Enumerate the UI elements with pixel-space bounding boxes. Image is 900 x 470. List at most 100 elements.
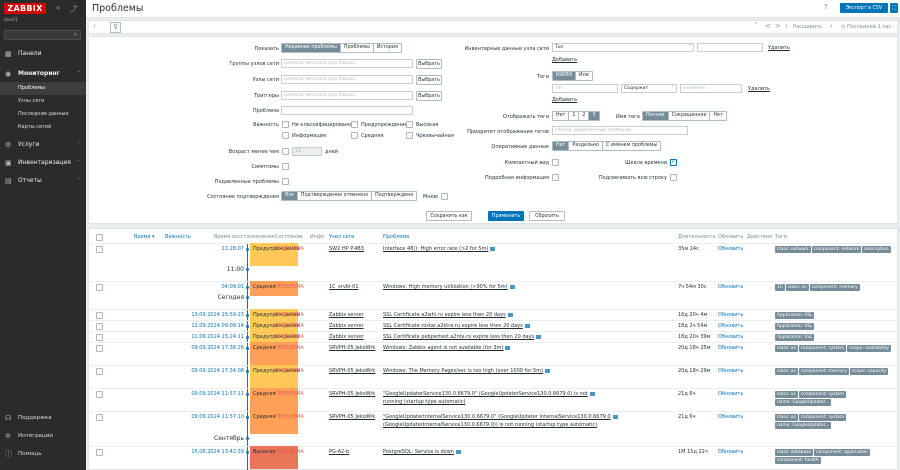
filter-icon[interactable]: ⊽ <box>110 22 122 33</box>
menu-reports[interactable]: ▤ Отчеты ˅ <box>0 174 86 188</box>
tag-badge[interactable]: component: network <box>811 246 862 253</box>
show-history[interactable]: История <box>373 44 401 52</box>
submenu-maps[interactable]: Карты сетей <box>0 121 86 134</box>
tag-name-short[interactable]: Сокращенное <box>668 112 711 120</box>
comment-icon[interactable] <box>536 334 542 339</box>
kiosk-icon[interactable]: ⤴ <box>70 4 77 14</box>
comment-icon[interactable] <box>589 391 595 396</box>
tag-badge[interactable]: scope: capacity <box>849 368 889 375</box>
compact-view-checkbox[interactable] <box>552 159 559 166</box>
comment-icon[interactable] <box>507 312 513 317</box>
tag-add-link[interactable]: Добавить <box>552 97 577 103</box>
menu-services[interactable]: ⚙ Услуги ˅ <box>0 138 86 152</box>
tag-badge[interactable]: component: memory <box>809 284 860 291</box>
problem-link[interactable]: SSL Certificate a2whi.ru expire less the… <box>383 312 673 318</box>
problem-link[interactable]: SSL Certificate rostar.a2ktra.ru expire … <box>383 323 673 329</box>
opdata-selector[interactable]: Нет Раздельно С именем проблемы <box>552 141 662 151</box>
inventory-add-link[interactable]: Добавить <box>552 57 577 63</box>
ack-by-me-checkbox[interactable] <box>441 193 448 200</box>
apply-button[interactable]: Применить <box>488 211 524 221</box>
problem-link[interactable]: SSL Certificate pebpertest.a2nta.ru expi… <box>383 334 673 340</box>
tag-badge[interactable]: class: network <box>775 246 811 253</box>
tag-badge[interactable]: Application: SSL <box>775 323 815 330</box>
show-tags-3[interactable]: 3 <box>589 112 599 120</box>
inventory-value-input[interactable] <box>697 43 763 52</box>
update-link[interactable]: Обновить <box>718 323 743 329</box>
comment-icon[interactable] <box>545 368 551 373</box>
tag-priority-input[interactable]: список, разделенный запятыми <box>552 126 688 135</box>
host-link[interactable]: SRVPH-05 JekoWrk <box>329 391 379 397</box>
timeline-checkbox[interactable] <box>670 158 677 166</box>
tag-badge[interactable]: class: os <box>775 414 798 421</box>
tag-badge[interactable]: description <box>862 246 891 253</box>
save-as-button[interactable]: Сохранить как <box>426 211 472 221</box>
col-problem[interactable]: Проблема <box>383 234 409 240</box>
comment-icon[interactable] <box>505 345 511 350</box>
comment-icon[interactable] <box>509 284 515 289</box>
host-link[interactable]: PG-A2-b <box>329 449 379 455</box>
tag-badge[interactable]: scope: availability <box>847 345 891 352</box>
problem-time-link[interactable]: 09.09.2024 11:57:10 <box>94 414 244 420</box>
show-problems[interactable]: Проблемы <box>340 44 374 52</box>
tag-badge[interactable]: class: os <box>775 368 798 375</box>
col-time[interactable]: Время ▾ <box>134 234 155 240</box>
chevron-down-icon[interactable]: ˅ <box>754 22 758 30</box>
update-link[interactable]: Обновить <box>718 312 743 318</box>
show-recent-problems[interactable]: Недавние проблемы <box>282 44 341 52</box>
menu-dashboards[interactable]: ▦ Панели <box>0 47 86 61</box>
problem-time-link[interactable]: 09.09.2024 11:57:11 <box>94 391 244 397</box>
footer-help[interactable]: ⓘ Помощь <box>0 447 86 461</box>
ack-state-selector[interactable]: Все Подтверждение отменено Подтверждено <box>281 191 418 201</box>
col-severity[interactable]: Важность <box>165 234 191 240</box>
host-link[interactable]: Zabbix server <box>329 334 379 340</box>
opdata-separate[interactable]: Раздельно <box>569 142 603 150</box>
details-checkbox[interactable] <box>552 174 559 181</box>
problem-link[interactable]: "GoogleUpdaterService130.0.6679.0" (Goog… <box>383 391 673 397</box>
suppressed-checkbox[interactable] <box>282 178 289 185</box>
update-link[interactable]: Обновить <box>718 368 743 374</box>
tag-badge[interactable]: component: health <box>775 457 821 464</box>
submenu-problems[interactable]: Проблемы <box>0 82 86 95</box>
tag-badge[interactable]: component: system <box>798 345 847 352</box>
problem-time-link[interactable]: 13.09.2024 15:59:23 <box>94 312 244 318</box>
tag-badge[interactable]: class: database <box>775 449 814 456</box>
ack-all[interactable]: Все <box>282 192 298 200</box>
inventory-field-select[interactable]: Тип ˅ <box>552 43 694 52</box>
tags-operator-selector[interactable]: И/ИЛИ Или <box>552 71 593 81</box>
tags-and-or[interactable]: И/ИЛИ <box>553 72 576 80</box>
zabbix-logo[interactable]: ZABBIX <box>4 3 46 14</box>
ack-unacknowledged[interactable]: Подтверждение отменено <box>297 192 373 200</box>
show-tags-2[interactable]: 2 <box>579 112 590 120</box>
tag-badge[interactable]: Application: SSL <box>775 334 815 341</box>
age-days-input[interactable]: 14 <box>292 147 322 156</box>
update-link[interactable]: Обновить <box>718 345 743 351</box>
tag-badge[interactable]: name: GoogleUpdater... <box>775 399 832 406</box>
severity-warning-checkbox[interactable] <box>351 121 358 128</box>
sidebar-search-input[interactable]: ⌕ <box>4 30 81 40</box>
host-link[interactable]: 1C_srvbl-01 <box>329 284 379 290</box>
show-selector[interactable]: Недавние проблемы Проблемы История <box>281 43 402 53</box>
tag-name-selector[interactable]: Полное Сокращенное Нет <box>642 111 727 121</box>
page-prev-icon[interactable]: < <box>765 22 771 30</box>
menu-monitoring[interactable]: ◉ Мониторинг ˄ <box>0 67 86 81</box>
hostgroups-select-button[interactable]: Выбрать <box>416 59 442 69</box>
tag-name-input[interactable]: тег <box>552 84 618 93</box>
zoom-out-icon[interactable]: ‹ <box>785 22 788 30</box>
triggers-input[interactable]: начните печатать для поиска <box>281 91 413 100</box>
tag-badge[interactable]: class: os <box>775 391 798 398</box>
update-link[interactable]: Обновить <box>718 334 743 340</box>
tag-badge[interactable]: class: os <box>785 284 809 291</box>
tag-remove-link[interactable]: Удалить <box>748 86 770 92</box>
select-all-checkbox[interactable] <box>96 234 103 241</box>
comment-icon[interactable] <box>455 449 461 454</box>
problem-link[interactable]: PostgreSQL: Service is down <box>383 449 673 455</box>
update-link[interactable]: Обновить <box>718 449 743 455</box>
update-link[interactable]: Обновить <box>718 284 743 290</box>
severity-average-checkbox[interactable] <box>351 132 358 139</box>
age-checkbox[interactable] <box>282 148 289 155</box>
comment-icon[interactable] <box>490 246 496 251</box>
severity-information-checkbox[interactable] <box>282 132 289 139</box>
time-period-tab[interactable]: ◷ Последний 1 час <box>841 24 891 30</box>
comment-icon[interactable] <box>612 414 618 419</box>
col-host[interactable]: Узел сети <box>329 234 355 240</box>
